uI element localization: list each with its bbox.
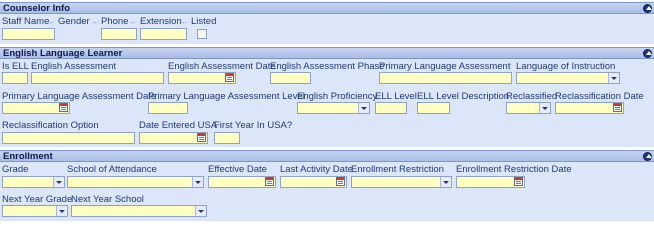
calendar-icon[interactable] <box>514 177 523 186</box>
ell-level-description-field[interactable] <box>417 102 450 114</box>
english-proficiency-label: English Proficiency <box>297 91 378 102</box>
calendar-icon[interactable] <box>336 177 345 186</box>
counselor-info-title: Counselor Info <box>3 3 71 14</box>
reclassification-date-field[interactable] <box>555 102 624 114</box>
reclassified-select[interactable] <box>506 102 551 114</box>
next-year-grade-label: Next Year Grade <box>2 194 73 205</box>
primary-language-assessment-level-field[interactable] <box>148 102 188 114</box>
collapse-ell-icon[interactable] <box>643 49 652 58</box>
primary-language-assessment-field[interactable] <box>379 72 512 84</box>
phone-label: Phone <box>101 16 129 27</box>
collapse-counselor-icon[interactable] <box>643 4 652 13</box>
calendar-icon[interactable] <box>59 103 68 112</box>
english-assessment-date-label: English Assessment Date <box>168 61 276 72</box>
reclassification-option-field[interactable] <box>2 132 135 144</box>
date-entered-usa-label: Date Entered USA <box>139 120 218 131</box>
last-activity-date-label: Last Activity Date <box>280 164 353 175</box>
date-entered-usa-field[interactable] <box>139 132 208 144</box>
ell-header: English Language Learner <box>0 47 654 59</box>
is-ell-field[interactable] <box>2 72 28 84</box>
reclassification-date-label: Reclassification Date <box>555 91 644 102</box>
ell-level-field[interactable] <box>375 102 407 114</box>
primary-language-assessment-date-label: Primary Language Assessment Date <box>2 91 157 102</box>
primary-language-assessment-label: Primary Language Assessment <box>379 61 511 72</box>
english-assessment-phase-field[interactable] <box>270 72 311 84</box>
enrollment-restriction-select[interactable] <box>351 176 452 188</box>
calendar-icon[interactable] <box>613 103 622 112</box>
language-of-instruction-label: Language of Instruction <box>516 61 616 72</box>
first-year-in-usa-field[interactable] <box>214 132 240 144</box>
primary-language-assessment-date-field[interactable] <box>2 102 70 114</box>
next-year-grade-select[interactable] <box>2 205 68 217</box>
ell-panel: Is ELL English Assessment English Assess… <box>0 59 654 147</box>
english-proficiency-select[interactable] <box>297 102 370 114</box>
first-year-in-usa-label: First Year In USA? <box>214 120 293 131</box>
ell-title: English Language Learner <box>3 48 123 59</box>
collapse-enrollment-icon[interactable] <box>643 152 652 161</box>
english-assessment-date-field[interactable] <box>168 72 236 84</box>
next-year-school-select[interactable] <box>71 205 207 217</box>
counselor-info-header: Counselor Info <box>0 2 654 14</box>
enrollment-header: Enrollment <box>0 150 654 162</box>
enrollment-restriction-date-label: Enrollment Restriction Date <box>456 164 572 175</box>
enrollment-panel: Grade School of Attendance Effective Dat… <box>0 162 654 221</box>
staff-name-field[interactable] <box>2 28 55 40</box>
english-assessment-phase-label: English Assessment Phase <box>270 61 385 72</box>
gender-label: Gender <box>58 16 90 27</box>
is-ell-label: Is ELL <box>2 61 29 72</box>
calendar-icon[interactable] <box>225 73 234 82</box>
enrollment-restriction-date-field[interactable] <box>456 176 525 188</box>
phone-field[interactable] <box>101 28 137 40</box>
arrow-icon: ← <box>92 17 100 26</box>
arrow-icon: ← <box>129 17 137 26</box>
english-assessment-label: English Assessment <box>31 61 117 72</box>
effective-date-field[interactable] <box>208 176 276 188</box>
extension-field[interactable] <box>140 28 187 40</box>
english-assessment-field[interactable] <box>31 72 164 84</box>
grade-label: Grade <box>2 164 29 175</box>
arrow-icon: ← <box>48 17 56 26</box>
grade-select[interactable] <box>2 176 65 188</box>
arrow-icon: ← <box>181 17 189 26</box>
counselor-info-panel: Staff Name ← Gender ← Phone ← Extension … <box>0 14 654 44</box>
listed-checkbox[interactable] <box>197 29 207 39</box>
school-of-attendance-select[interactable] <box>67 176 204 188</box>
next-year-school-label: Next Year School <box>71 194 144 205</box>
extension-label: Extension <box>140 16 182 27</box>
listed-label: Listed <box>191 16 217 27</box>
effective-date-label: Effective Date <box>208 164 267 175</box>
enrollment-restriction-label: Enrollment Restriction <box>351 164 444 175</box>
reclassification-option-label: Reclassification Option <box>2 120 99 131</box>
ell-level-description-label: ELL Level Description <box>417 91 510 102</box>
reclassified-label: Reclassified <box>506 91 558 102</box>
primary-language-assessment-level-label: Primary Language Assessment Level <box>148 91 305 102</box>
calendar-icon[interactable] <box>265 177 274 186</box>
ell-level-label: ELL Level <box>375 91 417 102</box>
staff-name-label: Staff Name <box>2 16 50 27</box>
last-activity-date-field[interactable] <box>280 176 347 188</box>
language-of-instruction-select[interactable] <box>516 72 620 84</box>
enrollment-title: Enrollment <box>3 151 53 162</box>
calendar-icon[interactable] <box>197 133 206 142</box>
school-of-attendance-label: School of Attendance <box>67 164 157 175</box>
